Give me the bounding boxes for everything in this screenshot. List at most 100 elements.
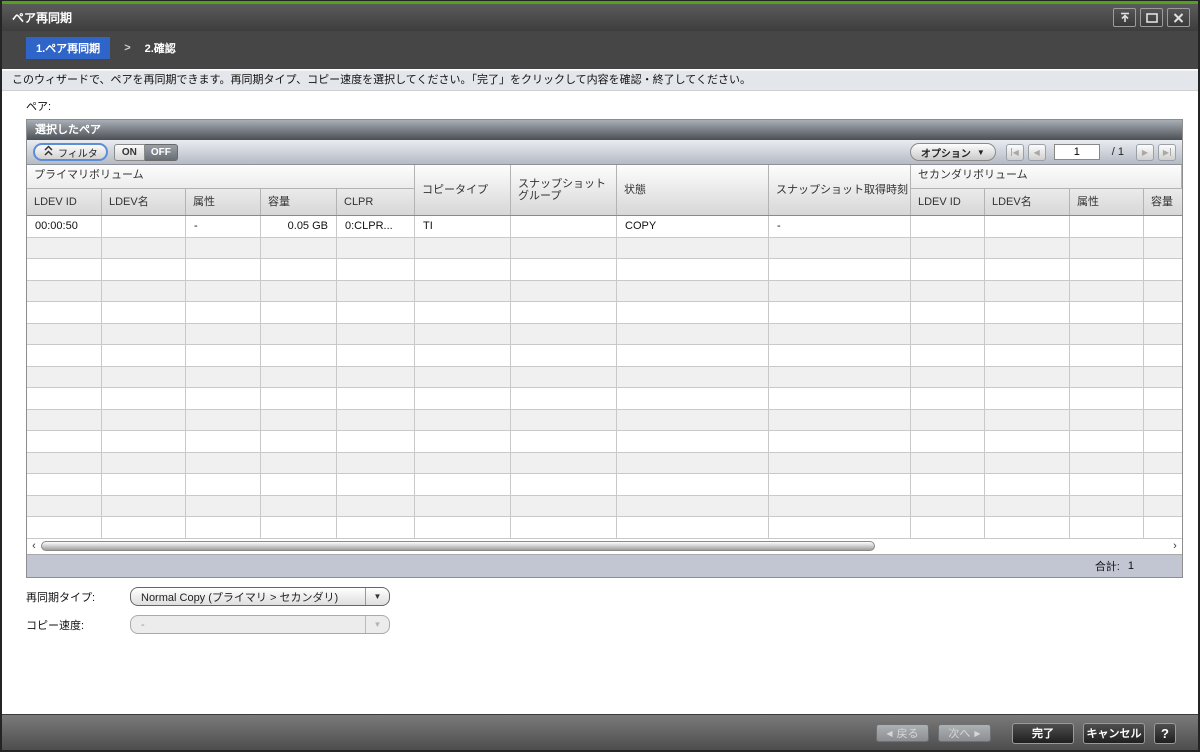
table-cell bbox=[1070, 345, 1144, 367]
filter-on-button[interactable]: ON bbox=[113, 143, 145, 161]
arrow-right-icon: ▶ bbox=[974, 728, 981, 738]
table-cell bbox=[911, 495, 985, 517]
scrollbar-thumb[interactable] bbox=[41, 541, 875, 551]
table-cell bbox=[1070, 280, 1144, 302]
table-cell bbox=[261, 259, 337, 281]
table-cell bbox=[1070, 495, 1144, 517]
page-number-input[interactable] bbox=[1053, 144, 1100, 160]
table-cell bbox=[511, 388, 617, 410]
table-cell bbox=[27, 388, 102, 410]
resync-type-select[interactable]: Normal Copy (プライマリ > セカンダリ) ▼ bbox=[130, 587, 390, 606]
table-cell bbox=[769, 345, 911, 367]
close-button[interactable] bbox=[1167, 8, 1190, 27]
column-header-primary-ldev-id[interactable]: LDEV ID bbox=[27, 189, 102, 215]
scroll-right-button[interactable]: › bbox=[1168, 539, 1182, 553]
previous-page-button[interactable]: ◀ bbox=[1027, 143, 1046, 161]
table-cell bbox=[261, 388, 337, 410]
table-cell bbox=[911, 323, 985, 345]
scrollbar-track[interactable] bbox=[41, 540, 1168, 552]
column-header-status[interactable]: 状態 bbox=[617, 165, 769, 215]
table-cell bbox=[1070, 216, 1144, 238]
help-button[interactable]: ? bbox=[1154, 722, 1176, 744]
table-cell bbox=[985, 323, 1070, 345]
table-cell bbox=[337, 517, 415, 539]
table-cell bbox=[985, 452, 1070, 474]
table-cell bbox=[27, 452, 102, 474]
maximize-button[interactable] bbox=[1140, 8, 1163, 27]
table-cell bbox=[617, 517, 769, 539]
table-cell bbox=[985, 388, 1070, 410]
table-cell bbox=[27, 431, 102, 453]
table-cell bbox=[337, 388, 415, 410]
next-page-button[interactable]: ▶ bbox=[1136, 143, 1154, 161]
first-page-button[interactable]: ◀ bbox=[1005, 143, 1024, 161]
table-cell bbox=[985, 280, 1070, 302]
table-row bbox=[27, 388, 1182, 410]
wizard-step-1-active[interactable]: 1.ペア再同期 bbox=[26, 37, 111, 59]
column-header-secondary-ldev-name[interactable]: LDEV名 bbox=[985, 189, 1070, 215]
table-cell bbox=[985, 517, 1070, 539]
table-cell bbox=[617, 237, 769, 259]
table-row bbox=[27, 237, 1182, 259]
table-cell bbox=[261, 237, 337, 259]
filter-on-off-toggle: ON OFF bbox=[113, 143, 178, 161]
table-cell bbox=[415, 388, 511, 410]
table-cell bbox=[769, 495, 911, 517]
maximize-icon bbox=[1145, 12, 1158, 23]
table-cell bbox=[337, 280, 415, 302]
filter-button[interactable]: フィルタ bbox=[33, 143, 108, 161]
column-header-copy-type[interactable]: コピータイプ bbox=[415, 165, 511, 215]
column-header-primary-capacity[interactable]: 容量 bbox=[261, 189, 337, 215]
table-cell bbox=[261, 474, 337, 496]
table-cell bbox=[511, 302, 617, 324]
table-cell bbox=[911, 409, 985, 431]
table-cell: COPY bbox=[617, 216, 769, 238]
table-cell bbox=[337, 345, 415, 367]
table-toolbar: フィルタ ON OFF オプション ▼ ◀ ◀ / 1 ▶ ▶ bbox=[27, 140, 1182, 165]
table-cell bbox=[27, 409, 102, 431]
table-cell bbox=[1070, 302, 1144, 324]
column-header-primary-clpr[interactable]: CLPR bbox=[337, 189, 415, 215]
column-header-secondary-attribute[interactable]: 属性 bbox=[1070, 189, 1144, 215]
table-cell bbox=[511, 237, 617, 259]
table-title: 選択したペア bbox=[27, 120, 1182, 140]
column-header-secondary-ldev-id[interactable]: LDEV ID bbox=[911, 189, 985, 215]
scroll-left-button[interactable]: ‹ bbox=[27, 539, 41, 553]
table-cell bbox=[1144, 345, 1182, 367]
table-cell bbox=[186, 345, 261, 367]
table-cell bbox=[186, 323, 261, 345]
table-cell bbox=[186, 388, 261, 410]
table-cell bbox=[769, 431, 911, 453]
column-header-snapshot-group[interactable]: スナップショットグループ bbox=[511, 165, 617, 215]
cancel-button[interactable]: キャンセル bbox=[1083, 722, 1145, 744]
column-header-snapshot-time[interactable]: スナップショット取得時刻 bbox=[769, 165, 911, 215]
table-cell: TI bbox=[415, 216, 511, 238]
detach-window-button[interactable] bbox=[1113, 8, 1136, 27]
table-cell bbox=[415, 495, 511, 517]
table-cell bbox=[985, 237, 1070, 259]
last-page-button[interactable]: ▶ bbox=[1158, 143, 1176, 161]
column-header-secondary-capacity[interactable]: 容量 bbox=[1144, 189, 1182, 215]
table-cell bbox=[769, 302, 911, 324]
table-cell bbox=[261, 345, 337, 367]
table-cell bbox=[102, 452, 186, 474]
table-cell bbox=[769, 366, 911, 388]
options-button[interactable]: オプション ▼ bbox=[909, 143, 996, 161]
column-header-primary-ldev-name[interactable]: LDEV名 bbox=[102, 189, 186, 215]
table-cell bbox=[985, 495, 1070, 517]
table-row bbox=[27, 280, 1182, 302]
finish-button[interactable]: 完了 bbox=[1012, 722, 1074, 744]
total-label: 合計: bbox=[1094, 560, 1120, 573]
table-cell bbox=[1144, 238, 1182, 259]
close-icon bbox=[1173, 12, 1184, 23]
table-cell bbox=[985, 409, 1070, 431]
table-cell bbox=[911, 474, 985, 496]
filter-off-button[interactable]: OFF bbox=[144, 143, 178, 161]
table-row[interactable]: 00:00:50-0.05 GB 0:CLPR... TI COPY - bbox=[27, 216, 1182, 238]
table-cell bbox=[186, 431, 261, 453]
table-cell bbox=[1070, 323, 1144, 345]
table-cell bbox=[27, 495, 102, 517]
column-header-primary-volume-group: プライマリボリューム bbox=[27, 165, 415, 189]
column-header-primary-attribute[interactable]: 属性 bbox=[186, 189, 261, 215]
table-cell bbox=[1144, 496, 1182, 517]
